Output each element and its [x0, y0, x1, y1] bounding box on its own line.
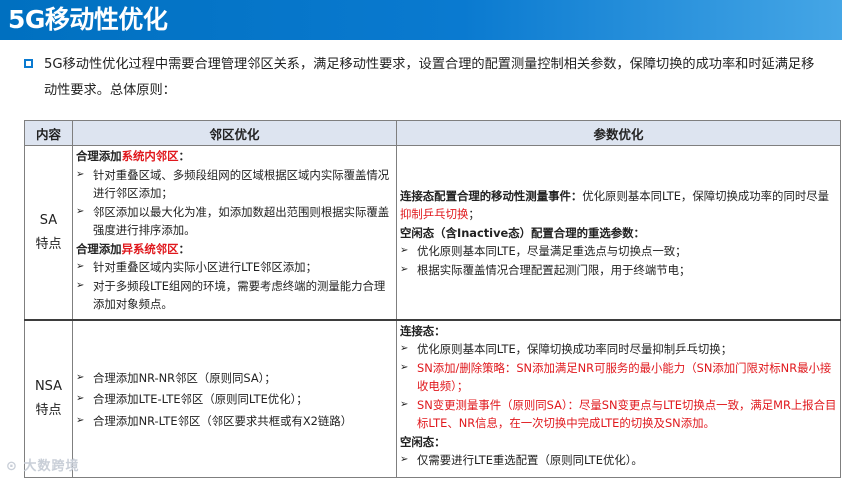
list-item: ➢ 仅需要进行LTE重选配置（原则同LTE优化）。: [400, 451, 837, 470]
heading-highlight: 异系统邻区: [121, 241, 179, 256]
nsa-param-cell: 连接态： ➢ 优化原则基本同LTE，保障切换成功率同时尽量抑制乒乓切换； ➢ SN添…: [396, 318, 841, 478]
list-item-text: 优化原则基本同LTE，尽量满足重选点与切换点一致；: [417, 244, 687, 258]
table-row-nsa: NSA 特点 ➢ 合理添加NR-NR邻区（原则同SA）； ➢ 合理添加LTE-LTE…: [24, 318, 841, 478]
arrow-bullet-icon: ➢: [400, 343, 409, 354]
header-parameter-optimization: 参数优化: [396, 120, 841, 146]
list-item-text: 针对重叠区域内实际小区进行LTE邻区添加；: [93, 260, 317, 274]
row-label-line2: 特点: [35, 236, 62, 252]
intro-text: 5G移动性优化过程中需要合理管理邻区关系，满足移动性要求，设置合理的配置测量控制…: [44, 57, 815, 98]
arrow-bullet-icon: ➢: [400, 398, 409, 410]
arrow-bullet-icon: ➢: [76, 279, 85, 291]
list-item: ➢ 对于多频段LTE组网的环境，需要考虑终端的测量能力合理添加对象频点。: [76, 277, 393, 314]
sa-neighbor-heading-2: 合理添加异系统邻区：: [76, 240, 393, 259]
header-neighbor-optimization: 邻区优化: [72, 120, 397, 146]
list-item-text: SN变更测量事件（原则同SA）：尽量SN变更点与LTE切换点一致，满足MR上报合…: [417, 397, 837, 431]
list-item-text: 合理添加NR-NR邻区（原则同SA）；: [93, 370, 276, 385]
watermark-icon: ⊙: [6, 459, 18, 474]
sa-param-idle-heading: 空闲态（含Inactive态）配置合理的重选参数：: [400, 225, 645, 240]
connected-highlight: 抑制乒乓切换: [400, 207, 469, 221]
list-item-text: 针对重叠区域、多频段组网的区域根据区域内实际覆盖情况进行邻区添加；: [93, 167, 390, 201]
row-label-line1: NSA: [34, 379, 63, 395]
heading-suffix: ：: [178, 241, 190, 256]
nsa-neighbor-cell: ➢ 合理添加NR-NR邻区（原则同SA）； ➢ 合理添加LTE-LTE邻区（原则同L…: [72, 318, 397, 478]
list-item-text: 根据实际覆盖情况合理配置起测门限，用于终端节电；: [417, 262, 691, 277]
list-item: ➢ 邻区添加以最大化为准，如添加数超出范围则根据实际覆盖强度进行排序添加。: [76, 203, 393, 240]
list-item-text: 邻区添加以最大化为准，如添加数超出范围则根据实际覆盖强度进行排序添加。: [93, 204, 390, 238]
list-item: ➢ 根据实际覆盖情况合理配置起测门限，用于终端节电；: [400, 261, 837, 280]
list-item-text: 合理添加NR-LTE邻区（邻区要求共框或有X2链路）: [93, 413, 353, 428]
row-label-line2: 特点: [35, 403, 62, 419]
arrow-bullet-icon: ➢: [400, 454, 409, 465]
title-bar: 5G移动性优化: [0, 0, 842, 40]
arrow-bullet-icon: ➢: [400, 263, 409, 275]
list-item-text: 对于多频段LTE组网的环境，需要考虑终端的测量能力合理添加对象频点。: [93, 278, 386, 312]
table-header-row: 内容 邻区优化 参数优化: [24, 120, 841, 146]
heading-highlight: 系统内邻区: [121, 149, 179, 163]
arrow-bullet-icon: ➢: [76, 261, 85, 272]
watermark-text: 大数跨境: [23, 459, 80, 474]
page-title: 5G移动性优化: [8, 5, 168, 34]
optimization-table: 内容 邻区优化 参数优化 SA 特点 合理添加系统内邻区： ➢ 针对重叠区域、多频…: [24, 120, 841, 478]
list-item: ➢ 针对重叠区域、多频段组网的区域根据区域内实际覆盖情况进行邻区添加；: [76, 166, 393, 203]
arrow-bullet-icon: ➢: [400, 361, 409, 373]
list-item-text: 合理添加LTE-LTE邻区（原则同LTE优化）；: [93, 392, 308, 406]
list-item: ➢ 合理添加NR-LTE邻区（邻区要求共框或有X2链路）: [76, 412, 393, 431]
heading-suffix: ：: [178, 149, 190, 163]
sa-param-connected: 连接态配置合理的移动性测量事件：优化原则基本同LTE，保障切换成功率的同时尽量抑…: [400, 187, 837, 224]
row-label-line1: SA: [39, 212, 58, 228]
connected-text: 优化原则基本同LTE，保障切换成功率的同时尽量: [582, 188, 830, 203]
watermark-logo: ⊙ 大数跨境: [6, 455, 79, 474]
sa-param-cell: 连接态配置合理的移动性测量事件：优化原则基本同LTE，保障切换成功率的同时尽量抑…: [396, 145, 841, 320]
heading-prefix: 合理添加: [76, 149, 122, 163]
list-item: ➢ SN变更测量事件（原则同SA）：尽量SN变更点与LTE切换点一致，满足MR上报…: [400, 396, 837, 433]
arrow-bullet-icon: ➢: [76, 393, 85, 404]
sa-neighbor-cell: 合理添加系统内邻区： ➢ 针对重叠区域、多频段组网的区域根据区域内实际覆盖情况进行…: [72, 145, 397, 320]
list-item-text: 仅需要进行LTE重选配置（原则同LTE优化）。: [417, 453, 643, 467]
nsa-idle-heading: 空闲态：: [400, 434, 446, 449]
list-item: ➢ SN添加/删除策略：SN添加满足NR可服务的最小能力（SN添加门限对标NR最小…: [400, 359, 837, 396]
intro-paragraph: 5G移动性优化过程中需要合理管理邻区关系，满足移动性要求，设置合理的配置测量控制…: [24, 52, 824, 104]
row-label-nsa: NSA 特点: [24, 318, 73, 478]
nsa-connected-heading: 连接态：: [400, 323, 446, 338]
list-item: ➢ 针对重叠区域内实际小区进行LTE邻区添加；: [76, 258, 393, 277]
arrow-bullet-icon: ➢: [400, 245, 409, 256]
list-item: ➢ 合理添加NR-NR邻区（原则同SA）；: [76, 369, 393, 388]
square-bullet-icon: [24, 59, 33, 68]
table-row-sa: SA 特点 合理添加系统内邻区： ➢ 针对重叠区域、多频段组网的区域根据区域内实际…: [24, 145, 841, 320]
list-item: ➢ 合理添加LTE-LTE邻区（原则同LTE优化）；: [76, 390, 393, 409]
connected-heading: 连接态配置合理的移动性测量事件：: [400, 188, 583, 203]
list-item: ➢ 优化原则基本同LTE，保障切换成功率同时尽量抑制乒乓切换；: [400, 340, 837, 359]
heading-prefix: 合理添加: [76, 241, 122, 256]
sa-neighbor-heading-1: 合理添加系统内邻区：: [76, 147, 393, 166]
list-item-text: SN添加/删除策略：SN添加满足NR可服务的最小能力（SN添加门限对标NR最小接…: [417, 360, 832, 394]
list-item: ➢ 优化原则基本同LTE，尽量满足重选点与切换点一致；: [400, 242, 837, 261]
row-label-sa: SA 特点: [24, 145, 73, 320]
connected-end: ；: [468, 207, 480, 221]
arrow-bullet-icon: ➢: [76, 371, 85, 383]
list-item-text: 优化原则基本同LTE，保障切换成功率同时尽量抑制乒乓切换；: [417, 342, 733, 356]
arrow-bullet-icon: ➢: [76, 168, 85, 180]
arrow-bullet-icon: ➢: [76, 205, 85, 217]
arrow-bullet-icon: ➢: [76, 414, 85, 426]
header-content: 内容: [24, 120, 73, 146]
